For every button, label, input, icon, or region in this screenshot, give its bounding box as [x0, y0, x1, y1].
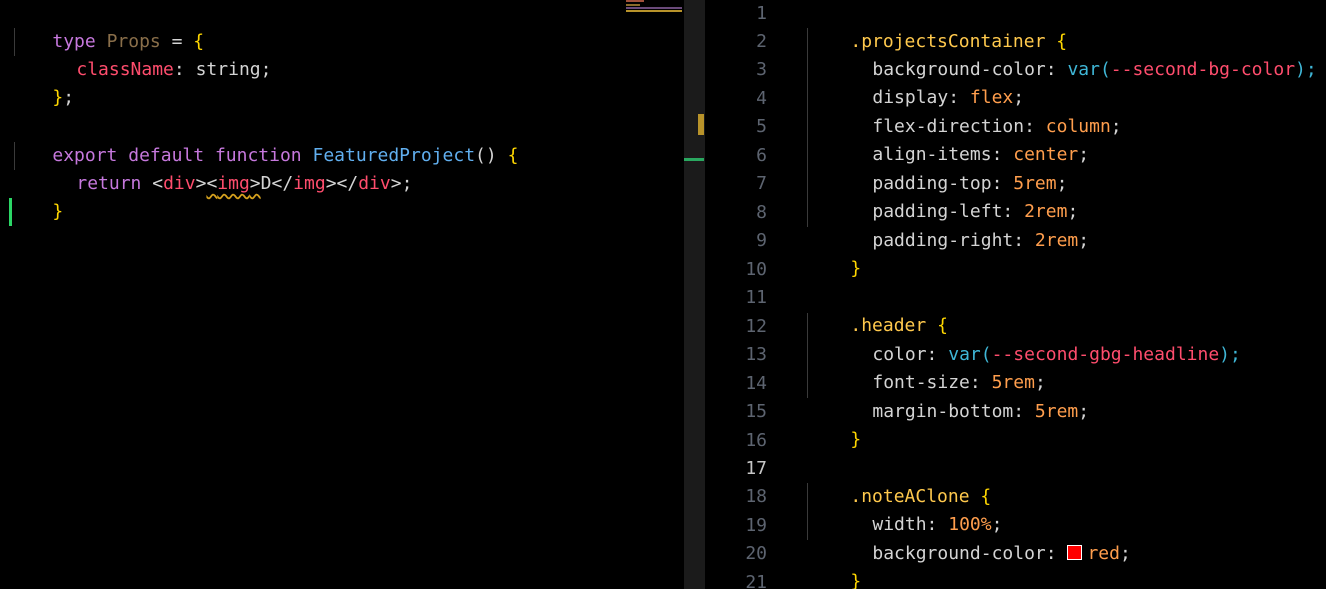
css-line-8[interactable]: padding-right: 2rem; — [829, 199, 1089, 251]
css-value: red — [1087, 543, 1120, 564]
minimap[interactable] — [626, 0, 682, 14]
css-property: margin-bottom: — [872, 401, 1025, 422]
css-line-7[interactable]: padding-left: 2rem; — [829, 170, 1078, 222]
jsx-tag: img — [293, 173, 326, 194]
line-number: 19 — [745, 515, 767, 536]
css-line-19[interactable]: background-color: red; — [829, 512, 1130, 564]
colon: : — [173, 59, 185, 80]
css-line-11[interactable]: .header { — [807, 284, 948, 336]
line-number: 11 — [745, 287, 767, 308]
css-line-20[interactable]: } — [807, 540, 861, 589]
css-line-3[interactable]: display: flex; — [829, 56, 1024, 108]
color-swatch-icon[interactable] — [1067, 545, 1083, 560]
jsx-text: D — [260, 173, 272, 194]
left-editor-pane[interactable]: type Props = { className: string; }; exp… — [0, 0, 684, 589]
text-cursor — [9, 198, 12, 226]
line-number: 21 — [745, 572, 767, 589]
brace: } — [52, 87, 64, 108]
line-number: 16 — [745, 430, 767, 451]
semicolon: ; — [63, 87, 75, 108]
angle: < — [152, 173, 164, 194]
css-function: var( — [1067, 59, 1111, 80]
added-line-marker — [684, 158, 704, 161]
line-number: 17 — [745, 458, 767, 479]
semicolon: ; — [1119, 543, 1131, 564]
semicolon: ; — [1078, 401, 1090, 422]
angle: > — [390, 173, 402, 194]
line-number: 13 — [745, 344, 767, 365]
angle: </ — [336, 173, 359, 194]
modified-line-marker — [698, 114, 704, 135]
css-line-13[interactable]: font-size: 5rem; — [829, 341, 1045, 393]
brace: { — [507, 145, 519, 166]
semicolon: ; — [1078, 144, 1090, 165]
minimap-line — [626, 10, 682, 12]
line-number: 20 — [745, 543, 767, 564]
line-number: 10 — [745, 259, 767, 280]
css-line-18[interactable]: width: 100%; — [829, 483, 1002, 535]
semicolon: ; — [1078, 230, 1090, 251]
line-number: 4 — [756, 88, 767, 109]
minimap-line — [626, 7, 682, 9]
line-number: 7 — [756, 173, 767, 194]
line-number: 5 — [756, 116, 767, 137]
line-number: 3 — [756, 59, 767, 80]
semicolon: ; — [401, 173, 413, 194]
brace: } — [850, 571, 862, 589]
brace: } — [850, 258, 862, 279]
jsx-tag: img — [217, 173, 250, 194]
css-variable: --second-bg-color — [1110, 59, 1296, 80]
minimap-line — [626, 0, 644, 2]
code-line-5[interactable]: export default function FeaturedProject(… — [9, 114, 518, 166]
css-value: 2rem — [1034, 230, 1079, 251]
angle: > — [195, 173, 207, 194]
semicolon: ; — [1110, 116, 1122, 137]
css-line-4[interactable]: flex-direction: column; — [829, 85, 1121, 137]
code-line-1[interactable]: type Props = { — [9, 0, 204, 52]
editor-split-divider[interactable] — [684, 0, 705, 589]
css-line-1[interactable]: .projectsContainer { — [807, 0, 1067, 52]
css-line-2[interactable]: background-color: var(--second-bg-color)… — [829, 28, 1316, 80]
line-number: 12 — [745, 316, 767, 337]
code-line-6[interactable]: return <div><img>D</img></div>; — [33, 142, 412, 194]
line-number: 1 — [756, 3, 767, 24]
css-line-5[interactable]: align-items: center; — [829, 113, 1089, 165]
line-number: 6 — [756, 145, 767, 166]
css-line-14[interactable]: margin-bottom: 5rem; — [829, 370, 1089, 422]
parens: () — [475, 145, 497, 166]
type: string; — [195, 59, 272, 80]
minimap-line — [626, 4, 640, 6]
code-line-7[interactable]: } — [9, 170, 63, 222]
brace: } — [52, 201, 64, 222]
css-value: 5rem — [1034, 401, 1079, 422]
line-number: 14 — [745, 373, 767, 394]
css-line-6[interactable]: padding-top: 5rem; — [829, 142, 1067, 194]
line-number: 8 — [756, 202, 767, 223]
css-line-12[interactable]: color: var(--second-gbg-headline); — [829, 313, 1241, 365]
angle: < — [206, 173, 218, 194]
css-function-close: ); — [1295, 59, 1317, 80]
jsx-tag: div — [163, 173, 196, 194]
brace: } — [850, 429, 862, 450]
jsx-tag: div — [358, 173, 391, 194]
right-editor-pane[interactable]: 1 2 3 4 5 6 7 8 9 10 11 12 13 14 15 16 17 18 19 20 21 .proje… — [705, 0, 1326, 589]
property: className — [76, 59, 174, 80]
angle: </ — [271, 173, 294, 194]
line-number: 2 — [756, 31, 767, 52]
css-property: padding-right: — [872, 230, 1025, 251]
keyword: return — [76, 173, 142, 194]
line-number: 9 — [756, 230, 767, 251]
css-line-9[interactable]: } — [807, 227, 861, 279]
angle: > — [325, 173, 337, 194]
code-line-3[interactable]: }; — [9, 56, 74, 108]
css-line-17[interactable]: .noteAClone { — [807, 455, 991, 507]
css-line-15[interactable]: } — [807, 398, 861, 450]
line-number: 15 — [745, 401, 767, 422]
css-function-close: ); — [1219, 344, 1241, 365]
lint-warning[interactable]: <img> — [206, 173, 260, 194]
css-property: background-color: — [872, 543, 1057, 564]
code-line-2[interactable]: className: string; — [33, 28, 271, 80]
angle: > — [249, 173, 261, 194]
line-number: 18 — [745, 486, 767, 507]
